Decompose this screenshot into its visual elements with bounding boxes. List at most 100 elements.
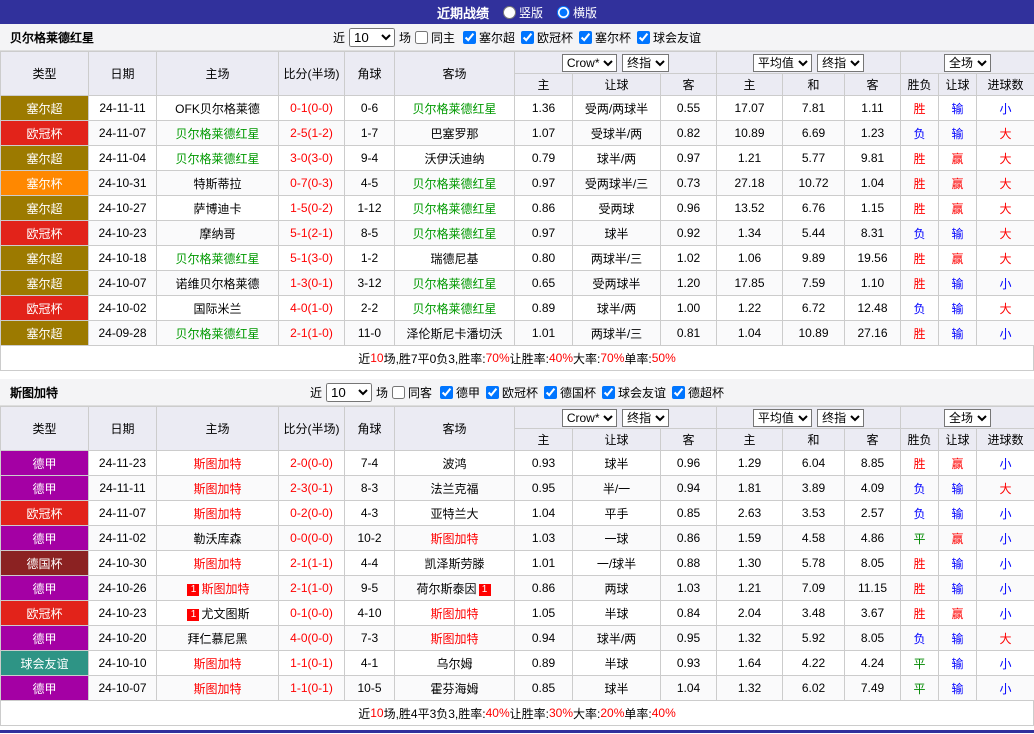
away-team-link[interactable]: 凯泽斯劳滕 (424, 557, 484, 571)
average-select[interactable]: 平均值 (752, 53, 812, 72)
home-team-link[interactable]: 斯图加特 (193, 482, 241, 496)
away-team-link[interactable]: 贝尔格莱德红星 (412, 277, 496, 291)
away-team-cell[interactable]: 沃伊沃迪纳 (394, 145, 515, 171)
league-filter[interactable]: 德甲 (439, 384, 480, 401)
away-team-cell[interactable]: 贝尔格莱德红星 (394, 270, 515, 296)
league-filter[interactable]: 德国杯 (544, 384, 596, 401)
average-final-select[interactable]: 终指 (817, 408, 865, 427)
away-team-cell[interactable]: 贝尔格莱德红星 (394, 170, 515, 196)
league-filter[interactable]: 球会友谊 (637, 29, 701, 46)
away-team-cell[interactable]: 乌尔姆 (394, 650, 515, 676)
home-team-cell[interactable]: OFK贝尔格莱德 (156, 95, 279, 121)
league-filter-checkbox[interactable] (602, 385, 616, 399)
league-filter[interactable]: 德超杯 (672, 384, 724, 401)
home-team-cell[interactable]: 斯图加特 (156, 675, 279, 701)
home-team-cell[interactable]: 萨博迪卡 (156, 195, 279, 221)
away-team-cell[interactable]: 波鸿 (394, 450, 515, 476)
away-team-cell[interactable]: 贝尔格莱德红星 (394, 220, 515, 246)
same-side-checkbox[interactable] (414, 30, 428, 44)
home-team-link[interactable]: 斯图加特 (193, 457, 241, 471)
odds-final-select[interactable]: 终指 (622, 53, 670, 72)
away-team-link[interactable]: 荷尔斯泰因 (416, 582, 476, 596)
league-filter-checkbox[interactable] (439, 385, 453, 399)
home-team-link[interactable]: 尤文图斯 (201, 607, 249, 621)
home-team-cell[interactable]: 贝尔格莱德红星 (156, 245, 279, 271)
home-team-cell[interactable]: 勒沃库森 (156, 525, 279, 551)
league-filter-checkbox[interactable] (462, 30, 476, 44)
away-team-link[interactable]: 瑞德尼基 (430, 252, 478, 266)
scope-select[interactable]: 全场 (944, 408, 992, 427)
home-team-cell[interactable]: 拜仁慕尼黑 (156, 625, 279, 651)
home-team-link[interactable]: 诺维贝尔格莱德 (175, 277, 259, 291)
odds-company-select[interactable]: Crow* (561, 408, 617, 427)
league-filter-checkbox[interactable] (544, 385, 558, 399)
home-team-cell[interactable]: 斯图加特 (156, 475, 279, 501)
home-team-link[interactable]: 斯图加特 (193, 557, 241, 571)
home-team-link[interactable]: 摩纳哥 (199, 227, 235, 241)
away-team-link[interactable]: 贝尔格莱德红星 (412, 302, 496, 316)
away-team-cell[interactable]: 霍芬海姆 (394, 675, 515, 701)
scope-select[interactable]: 全场 (944, 53, 992, 72)
home-team-cell[interactable]: 1 斯图加特 (156, 575, 279, 601)
match-count-select[interactable]: 10 (348, 27, 395, 47)
away-team-link[interactable]: 沃伊沃迪纳 (424, 152, 484, 166)
layout-option-vertical[interactable]: 竖版 (502, 4, 543, 21)
home-team-link[interactable]: 斯图加特 (193, 507, 241, 521)
league-filter-checkbox[interactable] (486, 385, 499, 399)
away-team-cell[interactable]: 贝尔格莱德红星 (394, 95, 515, 121)
away-team-link[interactable]: 巴塞罗那 (430, 127, 478, 141)
league-filter[interactable]: 欧冠杯 (521, 29, 573, 46)
league-filter-checkbox[interactable] (672, 385, 686, 399)
home-team-cell[interactable]: 贝尔格莱德红星 (156, 145, 279, 171)
away-team-cell[interactable]: 凯泽斯劳滕 (394, 550, 515, 576)
league-filter-checkbox[interactable] (637, 30, 651, 44)
away-team-link[interactable]: 贝尔格莱德红星 (412, 102, 496, 116)
away-team-link[interactable]: 泽伦斯尼卡潘切沃 (406, 327, 502, 341)
away-team-link[interactable]: 乌尔姆 (436, 657, 472, 671)
home-team-link[interactable]: 贝尔格莱德红星 (175, 252, 259, 266)
league-filter-checkbox[interactable] (521, 30, 534, 44)
away-team-link[interactable]: 波鸿 (442, 457, 466, 471)
away-team-cell[interactable]: 荷尔斯泰因 1 (394, 575, 515, 601)
league-filter[interactable]: 塞尔超 (462, 29, 515, 46)
away-team-cell[interactable]: 泽伦斯尼卡潘切沃 (394, 320, 515, 346)
away-team-cell[interactable]: 巴塞罗那 (394, 120, 515, 146)
away-team-link[interactable]: 亚特兰大 (430, 507, 478, 521)
same-side-filter[interactable]: 同主 (414, 29, 455, 46)
away-team-cell[interactable]: 斯图加特 (394, 625, 515, 651)
home-team-link[interactable]: 斯图加特 (193, 682, 241, 696)
home-team-link[interactable]: 贝尔格莱德红星 (175, 127, 259, 141)
home-team-cell[interactable]: 斯图加特 (156, 500, 279, 526)
away-team-link[interactable]: 贝尔格莱德红星 (412, 177, 496, 191)
match-count-select[interactable]: 10 (325, 382, 372, 402)
home-team-cell[interactable]: 贝尔格莱德红星 (156, 120, 279, 146)
home-team-link[interactable]: 勒沃库森 (193, 532, 241, 546)
home-team-cell[interactable]: 斯图加特 (156, 550, 279, 576)
league-filter-checkbox[interactable] (579, 30, 593, 44)
average-select[interactable]: 平均值 (752, 408, 812, 427)
same-side-filter[interactable]: 同客 (391, 384, 432, 401)
home-team-link[interactable]: 萨博迪卡 (193, 202, 241, 216)
away-team-cell[interactable]: 贝尔格莱德红星 (394, 195, 515, 221)
away-team-link[interactable]: 霍芬海姆 (430, 682, 478, 696)
away-team-cell[interactable]: 法兰克福 (394, 475, 515, 501)
league-filter[interactable]: 欧冠杯 (486, 384, 538, 401)
odds-final-select[interactable]: 终指 (622, 408, 670, 427)
away-team-cell[interactable]: 斯图加特 (394, 600, 515, 626)
home-team-cell[interactable]: 国际米兰 (156, 295, 279, 321)
home-team-link[interactable]: OFK贝尔格莱德 (175, 102, 260, 116)
home-team-cell[interactable]: 斯图加特 (156, 650, 279, 676)
radio-horizontal[interactable] (557, 5, 570, 19)
away-team-link[interactable]: 法兰克福 (430, 482, 478, 496)
layout-option-horizontal[interactable]: 横版 (557, 4, 597, 21)
home-team-link[interactable]: 国际米兰 (193, 302, 241, 316)
radio-vertical[interactable] (502, 5, 516, 19)
home-team-cell[interactable]: 摩纳哥 (156, 220, 279, 246)
average-final-select[interactable]: 终指 (817, 53, 865, 72)
home-team-link[interactable]: 贝尔格莱德红星 (175, 152, 259, 166)
odds-company-select[interactable]: Crow* (561, 53, 617, 72)
home-team-cell[interactable]: 1 尤文图斯 (156, 600, 279, 626)
away-team-link[interactable]: 斯图加特 (430, 632, 478, 646)
same-side-checkbox[interactable] (391, 385, 405, 399)
home-team-link[interactable]: 特斯蒂拉 (193, 177, 241, 191)
